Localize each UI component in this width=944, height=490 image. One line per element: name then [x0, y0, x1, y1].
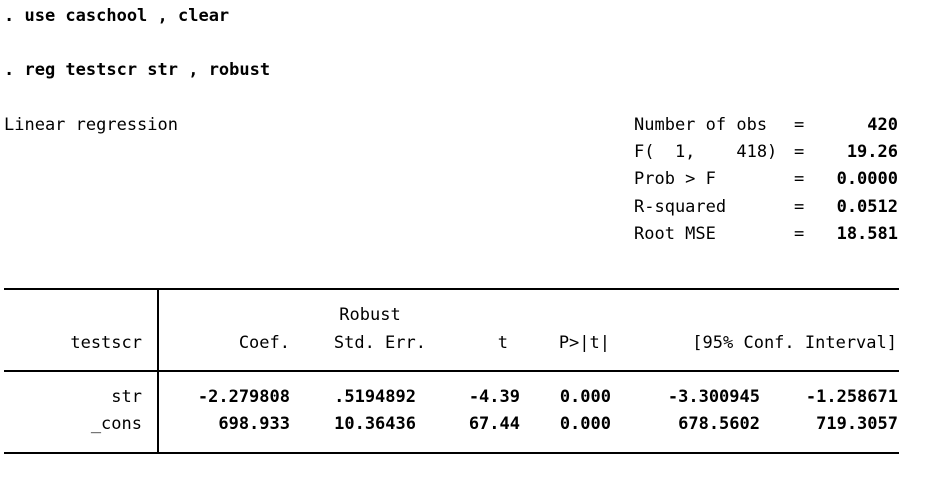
stat-value: 0.0512 [836, 197, 898, 217]
row-stderr: .5194892 [334, 387, 416, 407]
stat-equals: = [794, 115, 805, 135]
stat-label: Root MSE [634, 224, 716, 244]
row-t: 67.44 [468, 414, 520, 434]
row-ci-lower: 678.5602 [678, 414, 760, 434]
stat-value: 18.581 [836, 224, 898, 244]
stat-equals: = [794, 197, 805, 217]
row-stderr: 10.36436 [334, 414, 416, 434]
header-stderr: Std. Err. [333, 333, 426, 353]
row-coef: -2.279808 [197, 387, 290, 407]
stat-label: Number of obs [634, 115, 768, 135]
stat-value: 19.26 [846, 142, 898, 162]
stat-label: F( 1, 418) [634, 142, 778, 162]
row-t: -4.39 [468, 387, 520, 407]
row-varname: str [111, 387, 142, 407]
table-top-rule [4, 288, 899, 290]
row-coef: 698.933 [218, 414, 290, 434]
row-varname: _cons [90, 414, 142, 434]
stat-equals: = [794, 169, 805, 189]
header-t: t [497, 333, 508, 353]
row-ci-upper: 719.3057 [816, 414, 898, 434]
header-robust: Robust [339, 305, 401, 325]
row-pvalue: 0.000 [559, 387, 611, 407]
header-coef: Coef. [238, 333, 290, 353]
stat-value: 0.0000 [836, 169, 898, 189]
stat-label: R-squared [634, 197, 727, 217]
row-pvalue: 0.000 [559, 414, 611, 434]
row-ci-lower: -3.300945 [667, 387, 760, 407]
stat-equals: = [794, 224, 805, 244]
header-conf-interval: [95% Conf. Interval] [692, 333, 897, 353]
stat-equals: = [794, 142, 805, 162]
header-pvalue: P>|t| [558, 333, 610, 353]
row-ci-upper: -1.258671 [805, 387, 898, 407]
stat-value: 420 [867, 115, 898, 135]
command-line: . use caschool , clear [4, 6, 230, 26]
table-mid-rule [4, 370, 899, 372]
command-line: . reg testscr str , robust [4, 60, 271, 80]
stat-label: Prob > F [634, 169, 716, 189]
model-title: Linear regression [4, 115, 178, 135]
header-depvar: testscr [70, 333, 142, 353]
table-bottom-rule [4, 452, 899, 454]
